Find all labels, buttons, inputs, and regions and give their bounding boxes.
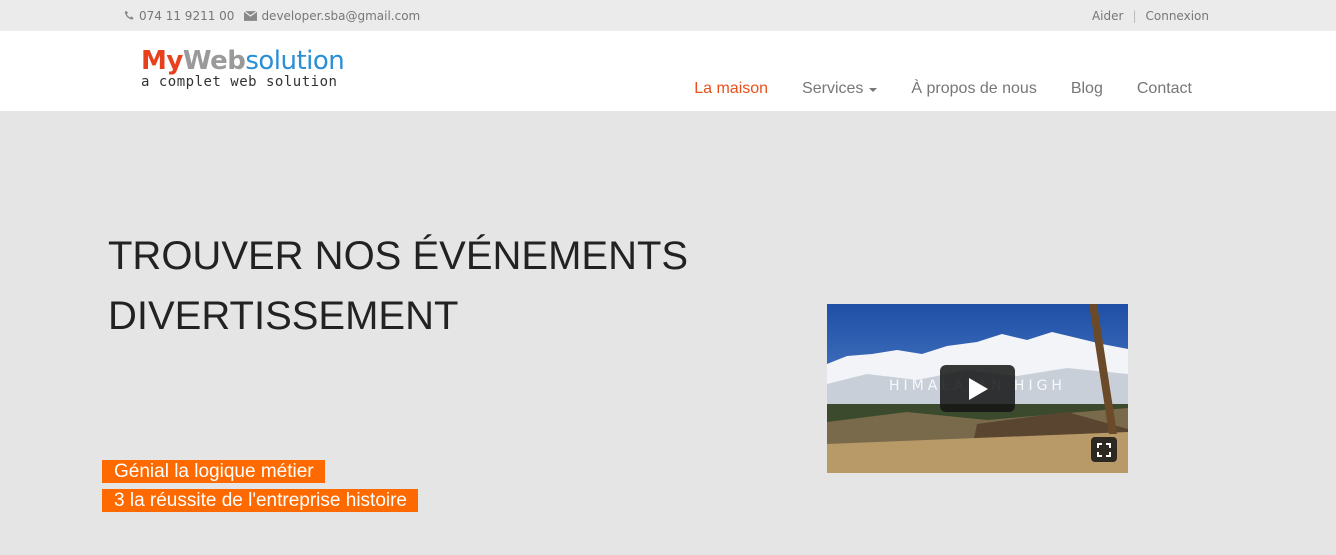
fullscreen-icon	[1097, 442, 1111, 457]
help-link[interactable]: Aider	[1092, 9, 1123, 23]
nav-home[interactable]: La maison	[677, 80, 785, 98]
nav-blog-label: Blog	[1070, 80, 1103, 97]
link-separator: |	[1132, 8, 1137, 23]
main-nav: La maison Services À propos de nous Blog…	[677, 62, 1209, 116]
email-address: developer.sba@gmail.com	[261, 8, 421, 23]
nav-services-label: Services	[802, 80, 864, 97]
logo-tagline: a complet web solution	[141, 74, 338, 90]
nav-contact-label: Contact	[1136, 80, 1192, 97]
logo-solution: solution	[245, 46, 345, 76]
login-link[interactable]: Connexion	[1146, 9, 1210, 23]
nav-contact[interactable]: Contact	[1120, 80, 1209, 98]
site-logo[interactable]: MyWebsolution a complet web solution	[141, 47, 381, 97]
email-item: developer.sba@gmail.com	[244, 9, 420, 23]
caret-down-icon	[869, 88, 878, 92]
phone-icon	[124, 10, 134, 20]
nav-home-label: La maison	[694, 80, 769, 97]
hero-title-line2: DIVERTISSEMENT	[108, 294, 459, 338]
video-player[interactable]: HIMALAYAN HIGH	[827, 304, 1128, 473]
hero-title-line1: TROUVER NOS ÉVÉNEMENTS	[108, 234, 689, 278]
account-links: Aider | Connexion	[1092, 0, 1209, 31]
hero-tag-1: Génial la logique métier	[102, 460, 325, 483]
nav-services[interactable]: Services	[785, 80, 894, 98]
hero-tag-2: 3 la réussite de l'entreprise histoire	[102, 489, 418, 512]
site-header: MyWebsolution a complet web solution La …	[0, 31, 1336, 111]
nav-about-label: À propos de nous	[911, 80, 1037, 97]
hero-title: TROUVER NOS ÉVÉNEMENTS DIVERTISSEMENT	[108, 226, 768, 346]
logo-wordmark: MyWebsolution	[141, 47, 381, 75]
fullscreen-button[interactable]	[1091, 437, 1117, 462]
contact-info: 074 11 9211 00 developer.sba@gmail.com	[124, 0, 430, 31]
logo-my: My	[141, 46, 183, 76]
logo-web: Web	[182, 46, 246, 76]
nav-about[interactable]: À propos de nous	[894, 80, 1053, 98]
play-button[interactable]	[940, 365, 1015, 412]
phone-number: 074 11 9211 00	[139, 8, 235, 23]
envelope-icon	[244, 10, 258, 21]
top-bar: 074 11 9211 00 developer.sba@gmail.com A…	[0, 0, 1336, 31]
phone-item: 074 11 9211 00	[124, 9, 234, 23]
nav-blog[interactable]: Blog	[1054, 80, 1120, 98]
play-icon	[968, 377, 988, 400]
